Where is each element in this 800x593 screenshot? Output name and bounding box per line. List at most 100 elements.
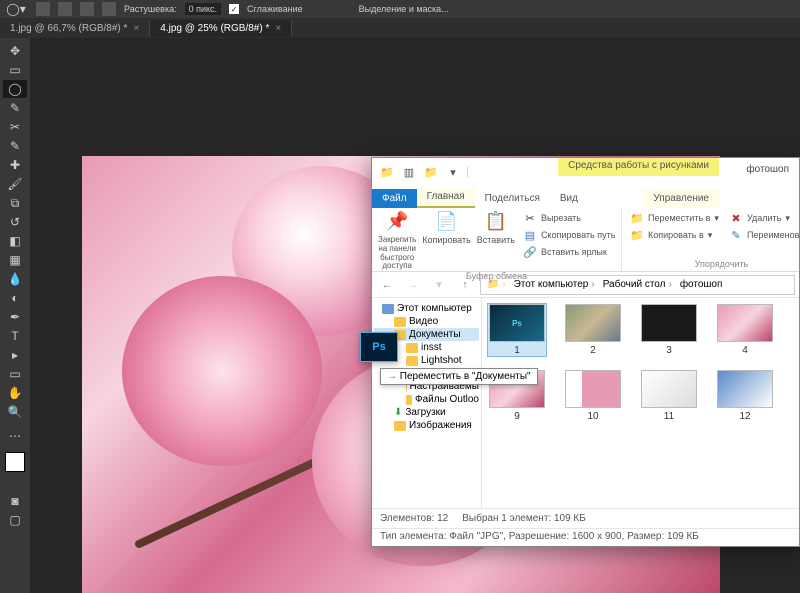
nav-up-button[interactable]: ↑ [454,274,476,296]
file-thumbnail[interactable]: 11 [640,370,698,422]
healing-tool-icon[interactable]: ✚ [3,156,27,174]
move-tool-icon[interactable]: ✥ [3,42,27,60]
mode-intersect-icon[interactable] [102,2,116,16]
zoom-tool-icon[interactable]: 🔍 [3,403,27,421]
history-brush-tool-icon[interactable]: ↺ [3,213,27,231]
edit-toolbar-icon[interactable]: ⋯ [3,427,27,445]
tree-item-label: insst [421,342,442,353]
feather-label: Растушевка: [124,4,177,14]
cut-icon: ✂ [523,211,537,225]
rename-button[interactable]: ✎Переименовать [727,227,800,243]
folder-icon[interactable]: 📁 › [483,279,510,290]
tab-doc-2[interactable]: 4.jpg @ 25% (RGB/8#) * × [150,20,292,37]
screen-mode-icon[interactable]: ▢ [3,511,27,529]
copy-path-button[interactable]: ▤Скопировать путь [521,227,617,243]
ribbon-tab-main[interactable]: Главная [417,187,475,208]
tree-item[interactable]: Этот компьютер [374,302,479,315]
folder-tree[interactable]: Этот компьютерВидеоДокументыinsstLightsh… [372,298,482,508]
copyto-button[interactable]: 📁Копировать в ▾ [628,227,721,243]
file-thumbnail[interactable]: 2 [564,304,622,356]
folder-icon [406,356,418,366]
eyedropper-tool-icon[interactable]: ✎ [3,137,27,155]
qat-newfolder-icon[interactable]: 📁 [422,163,440,181]
nav-recent-button[interactable]: ▾ [428,274,450,296]
pin-button[interactable]: 📌 Закрепить на панели быстрого доступа [378,210,416,271]
tree-item-label: Файлы Outloo [415,394,479,405]
move-arrow-icon: → [387,371,400,382]
file-thumbnail[interactable]: Ps 1 [488,304,546,356]
paste-shortcut-button[interactable]: 🔗Вставить ярлык [521,244,617,260]
pen-tool-icon[interactable]: ✒ [3,308,27,326]
quick-mask-icon[interactable]: ◙ [3,492,27,510]
close-icon[interactable]: × [133,23,139,34]
ribbon-tab-view[interactable]: Вид [550,189,588,208]
breadcrumb-item[interactable]: фотошоп [676,279,727,290]
mode-add-icon[interactable] [58,2,72,16]
drag-thumbnail-icon: Ps [360,332,398,362]
crop-tool-icon[interactable]: ✂ [3,118,27,136]
file-thumbnail[interactable]: 3 [640,304,698,356]
copy-button[interactable]: 📄 Копировать [422,210,470,246]
folder-icon [406,395,412,405]
blur-tool-icon[interactable]: 💧 [3,270,27,288]
breadcrumb-bar[interactable]: 📁 › Этот компьютер › Рабочий стол › фото… [480,275,795,295]
file-thumbnail[interactable]: 4 [716,304,774,356]
qat-properties-icon[interactable]: ▥ [400,163,418,181]
copypath-icon: ▤ [523,228,537,242]
hand-tool-icon[interactable]: ✋ [3,384,27,402]
thumbnail-label: 1 [514,345,520,356]
nav-forward-button[interactable]: → [402,274,424,296]
lasso-tool-icon[interactable]: ◯ [3,80,27,98]
quick-select-tool-icon[interactable]: ✎ [3,99,27,117]
thumbnail-label: 10 [587,411,598,422]
cut-button[interactable]: ✂Вырезать [521,210,617,226]
thumbnail-image [717,304,773,342]
paste-button[interactable]: 📋 Вставить [477,210,515,246]
file-list[interactable]: Ps12349101112 [482,298,799,508]
ribbon-tab-manage[interactable]: Управление [643,189,719,208]
gradient-tool-icon[interactable]: ▦ [3,251,27,269]
moveto-button[interactable]: 📁Переместить в ▾ [628,210,721,226]
explorer-titlebar[interactable]: 📁 ▥ 📁 ▾ | Средства работы с рисунками фо… [372,158,799,186]
thumbnail-image [641,304,697,342]
qat-dropdown-icon[interactable]: ▾ [444,163,462,181]
stamp-tool-icon[interactable]: ⧉ [3,194,27,212]
mode-subtract-icon[interactable] [80,2,94,16]
tab-doc-1[interactable]: 1.jpg @ 66,7% (RGB/8#) * × [0,20,150,37]
file-thumbnail[interactable]: 10 [564,370,622,422]
marquee-tool-icon[interactable]: ▭ [3,61,27,79]
moveto-icon: 📁 [630,211,644,225]
tree-item[interactable]: ⬇Загрузки [374,406,479,419]
foreground-color-swatch[interactable] [5,452,25,472]
ribbon-tab-file[interactable]: Файл [372,189,417,208]
folder-icon[interactable]: 📁 [378,163,396,181]
breadcrumb-item[interactable]: Рабочий стол › [599,279,676,290]
ribbon-tab-share[interactable]: Поделиться [475,189,550,208]
file-thumbnail[interactable]: 12 [716,370,774,422]
file-explorer-window: 📁 ▥ 📁 ▾ | Средства работы с рисунками фо… [371,157,800,547]
select-and-mask-button[interactable]: Выделение и маска... [359,4,449,14]
copy-icon: 📄 [435,210,459,234]
delete-button[interactable]: ✖Удалить ▾ [727,210,800,226]
path-select-tool-icon[interactable]: ▸ [3,346,27,364]
rename-icon: ✎ [729,228,743,242]
status-item-count: Элементов: 12 [380,513,448,524]
feather-value[interactable]: 0 пикс. [185,3,221,15]
mode-new-selection-icon[interactable] [36,2,50,16]
thumbnail-image [565,304,621,342]
copyto-icon: 📁 [630,228,644,242]
thumbnail-image: Ps [489,304,545,342]
shape-tool-icon[interactable]: ▭ [3,365,27,383]
lasso-tool-icon[interactable]: ◯▾ [4,0,28,18]
tree-item[interactable]: Изображения [374,419,479,432]
brush-tool-icon[interactable]: 🖌 [3,175,27,193]
breadcrumb-item[interactable]: Этот компьютер › [510,279,599,290]
tree-item[interactable]: Файлы Outloo [374,393,479,406]
close-icon[interactable]: × [275,23,281,34]
eraser-tool-icon[interactable]: ◧ [3,232,27,250]
type-tool-icon[interactable]: T [3,327,27,345]
dodge-tool-icon[interactable]: ◐ [3,289,27,307]
nav-back-button[interactable]: ← [376,274,398,296]
tree-item[interactable]: Видео [374,315,479,328]
antialias-checkbox[interactable]: ✓ [229,4,239,14]
